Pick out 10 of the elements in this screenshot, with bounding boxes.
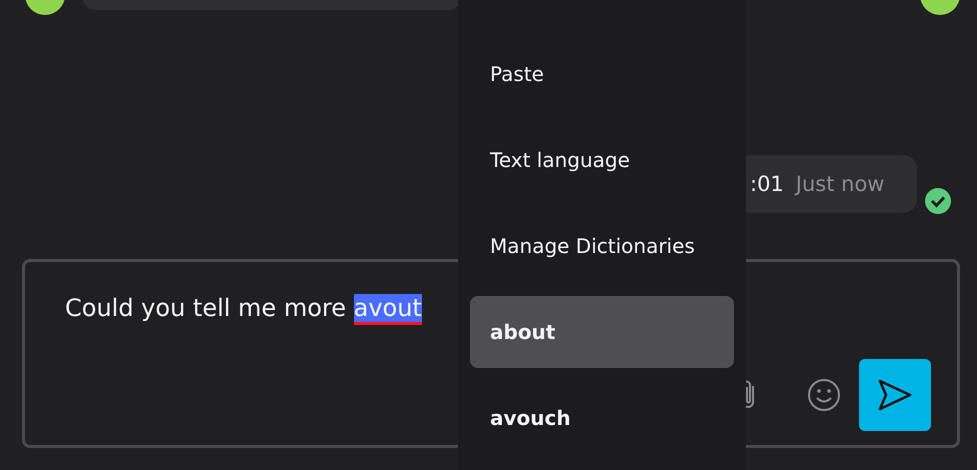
menu-item[interactable]: Manage Dictionaries <box>470 210 734 282</box>
menu-item[interactable]: Text language <box>470 124 734 196</box>
message-time: Just now <box>796 172 884 196</box>
emoji-icon[interactable] <box>807 378 841 412</box>
spelling-suggestion[interactable]: avouch <box>470 382 734 454</box>
voice-duration: :01 <box>750 172 784 196</box>
send-icon <box>877 379 913 411</box>
menu-item[interactable]: Paste <box>470 38 734 110</box>
send-button[interactable] <box>859 359 931 431</box>
spelling-suggestion[interactable]: about <box>470 296 734 368</box>
